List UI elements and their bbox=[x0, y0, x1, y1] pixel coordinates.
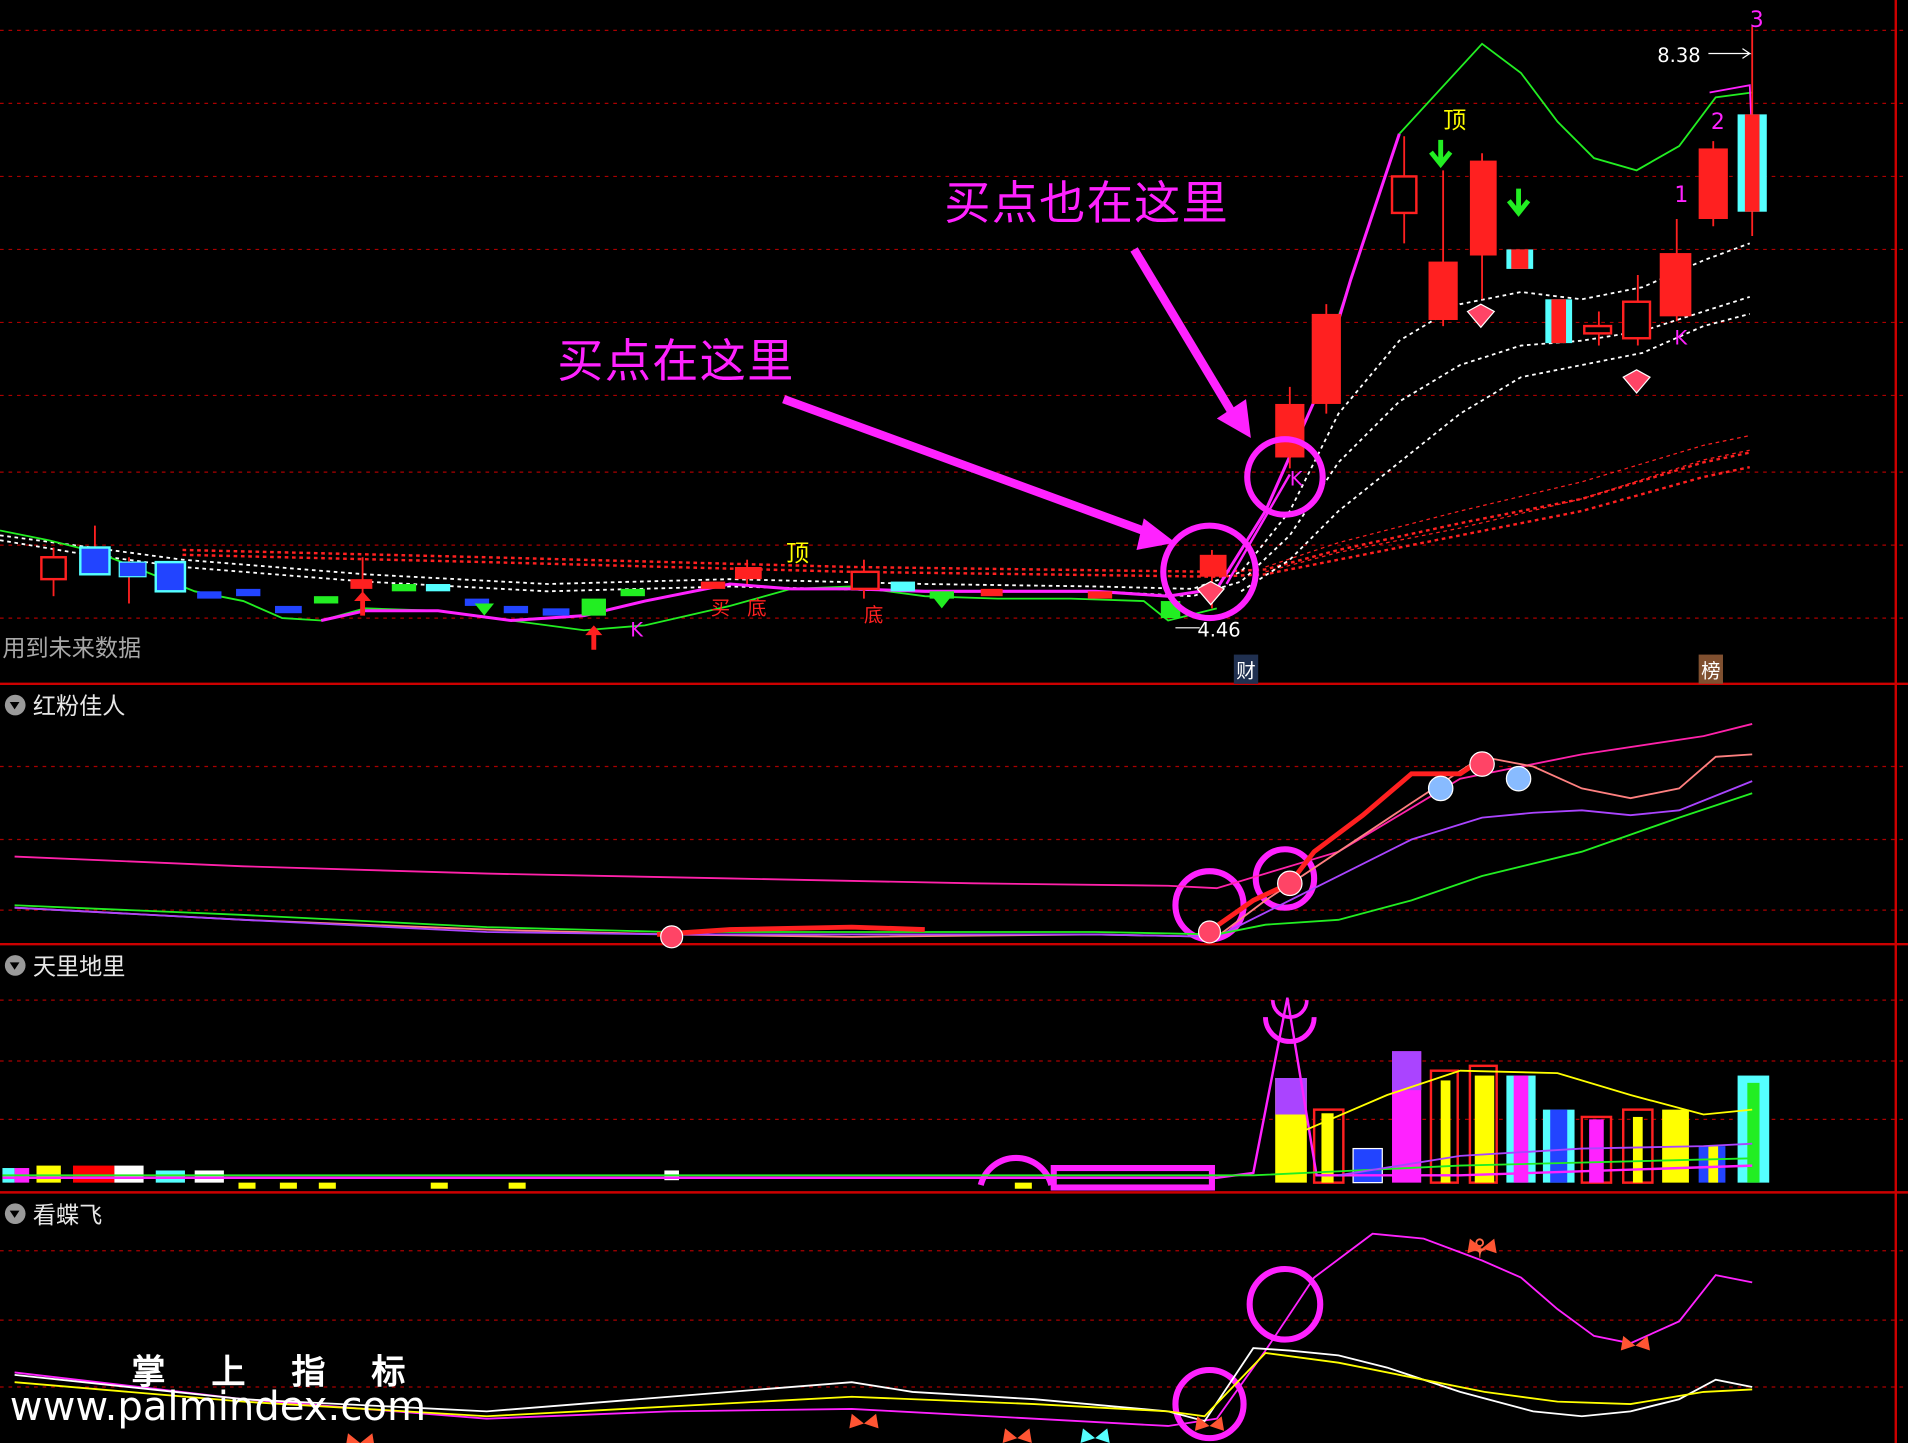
moving-averages bbox=[0, 242, 1751, 598]
panel-title-hongfen: 红粉佳人 bbox=[32, 693, 126, 721]
annotation-buy-point-also: 买点也在这里 bbox=[944, 176, 1229, 230]
wave-number-3: 3 bbox=[1749, 7, 1764, 33]
collapse-toggle-icon[interactable] bbox=[4, 955, 26, 976]
top-label-2: 顶 bbox=[1443, 107, 1467, 134]
finance-info-badge[interactable]: 财 bbox=[1233, 654, 1259, 684]
k-label-1: K bbox=[630, 618, 644, 642]
annotation-buy-point: 买点在这里 bbox=[557, 334, 795, 389]
price-low-label: 4.46 bbox=[1197, 618, 1241, 642]
top-label: 顶 bbox=[786, 540, 810, 567]
buy-label: 买 bbox=[710, 596, 731, 620]
panel-header-hongfen: 红粉佳人 bbox=[4, 689, 126, 722]
watermark-url: www.palmindex.com bbox=[9, 1382, 427, 1430]
panel-title-tianli: 天里地里 bbox=[32, 953, 126, 981]
collapse-toggle-icon[interactable] bbox=[4, 1203, 26, 1225]
panel-title-kandiefei: 看蝶飞 bbox=[32, 1202, 103, 1229]
panel-header-kandiefei: 看蝶飞 bbox=[4, 1197, 103, 1230]
ranking-badge[interactable]: 榜 bbox=[1698, 654, 1724, 684]
price-high-label: 8.38 bbox=[1657, 43, 1701, 67]
wave-number-2: 2 bbox=[1710, 109, 1725, 136]
trend-line-magenta bbox=[320, 133, 1401, 623]
future-data-label: 用到未来数据 bbox=[2, 635, 142, 662]
annotation-marks bbox=[782, 247, 1326, 1442]
resistance-band bbox=[182, 434, 1751, 578]
wave-number-1: 1 bbox=[1674, 182, 1689, 209]
k-label-3: K bbox=[1674, 326, 1688, 350]
collapse-toggle-icon[interactable] bbox=[4, 694, 26, 716]
bottom-label-1: 底 bbox=[747, 596, 767, 620]
butterfly-shapes bbox=[346, 1238, 1650, 1443]
bottom-label-2: 底 bbox=[863, 603, 884, 627]
k-label-2: K bbox=[1289, 467, 1303, 491]
high-price-pointer bbox=[1708, 48, 1752, 59]
stock-chart-window: ⚘ 买点在这里 买点也在这里 用到未来数据 8.38 4.46 顶 顶 1 2 … bbox=[0, 0, 1908, 1443]
panel-header-tianli: 天里地里 bbox=[4, 949, 126, 982]
